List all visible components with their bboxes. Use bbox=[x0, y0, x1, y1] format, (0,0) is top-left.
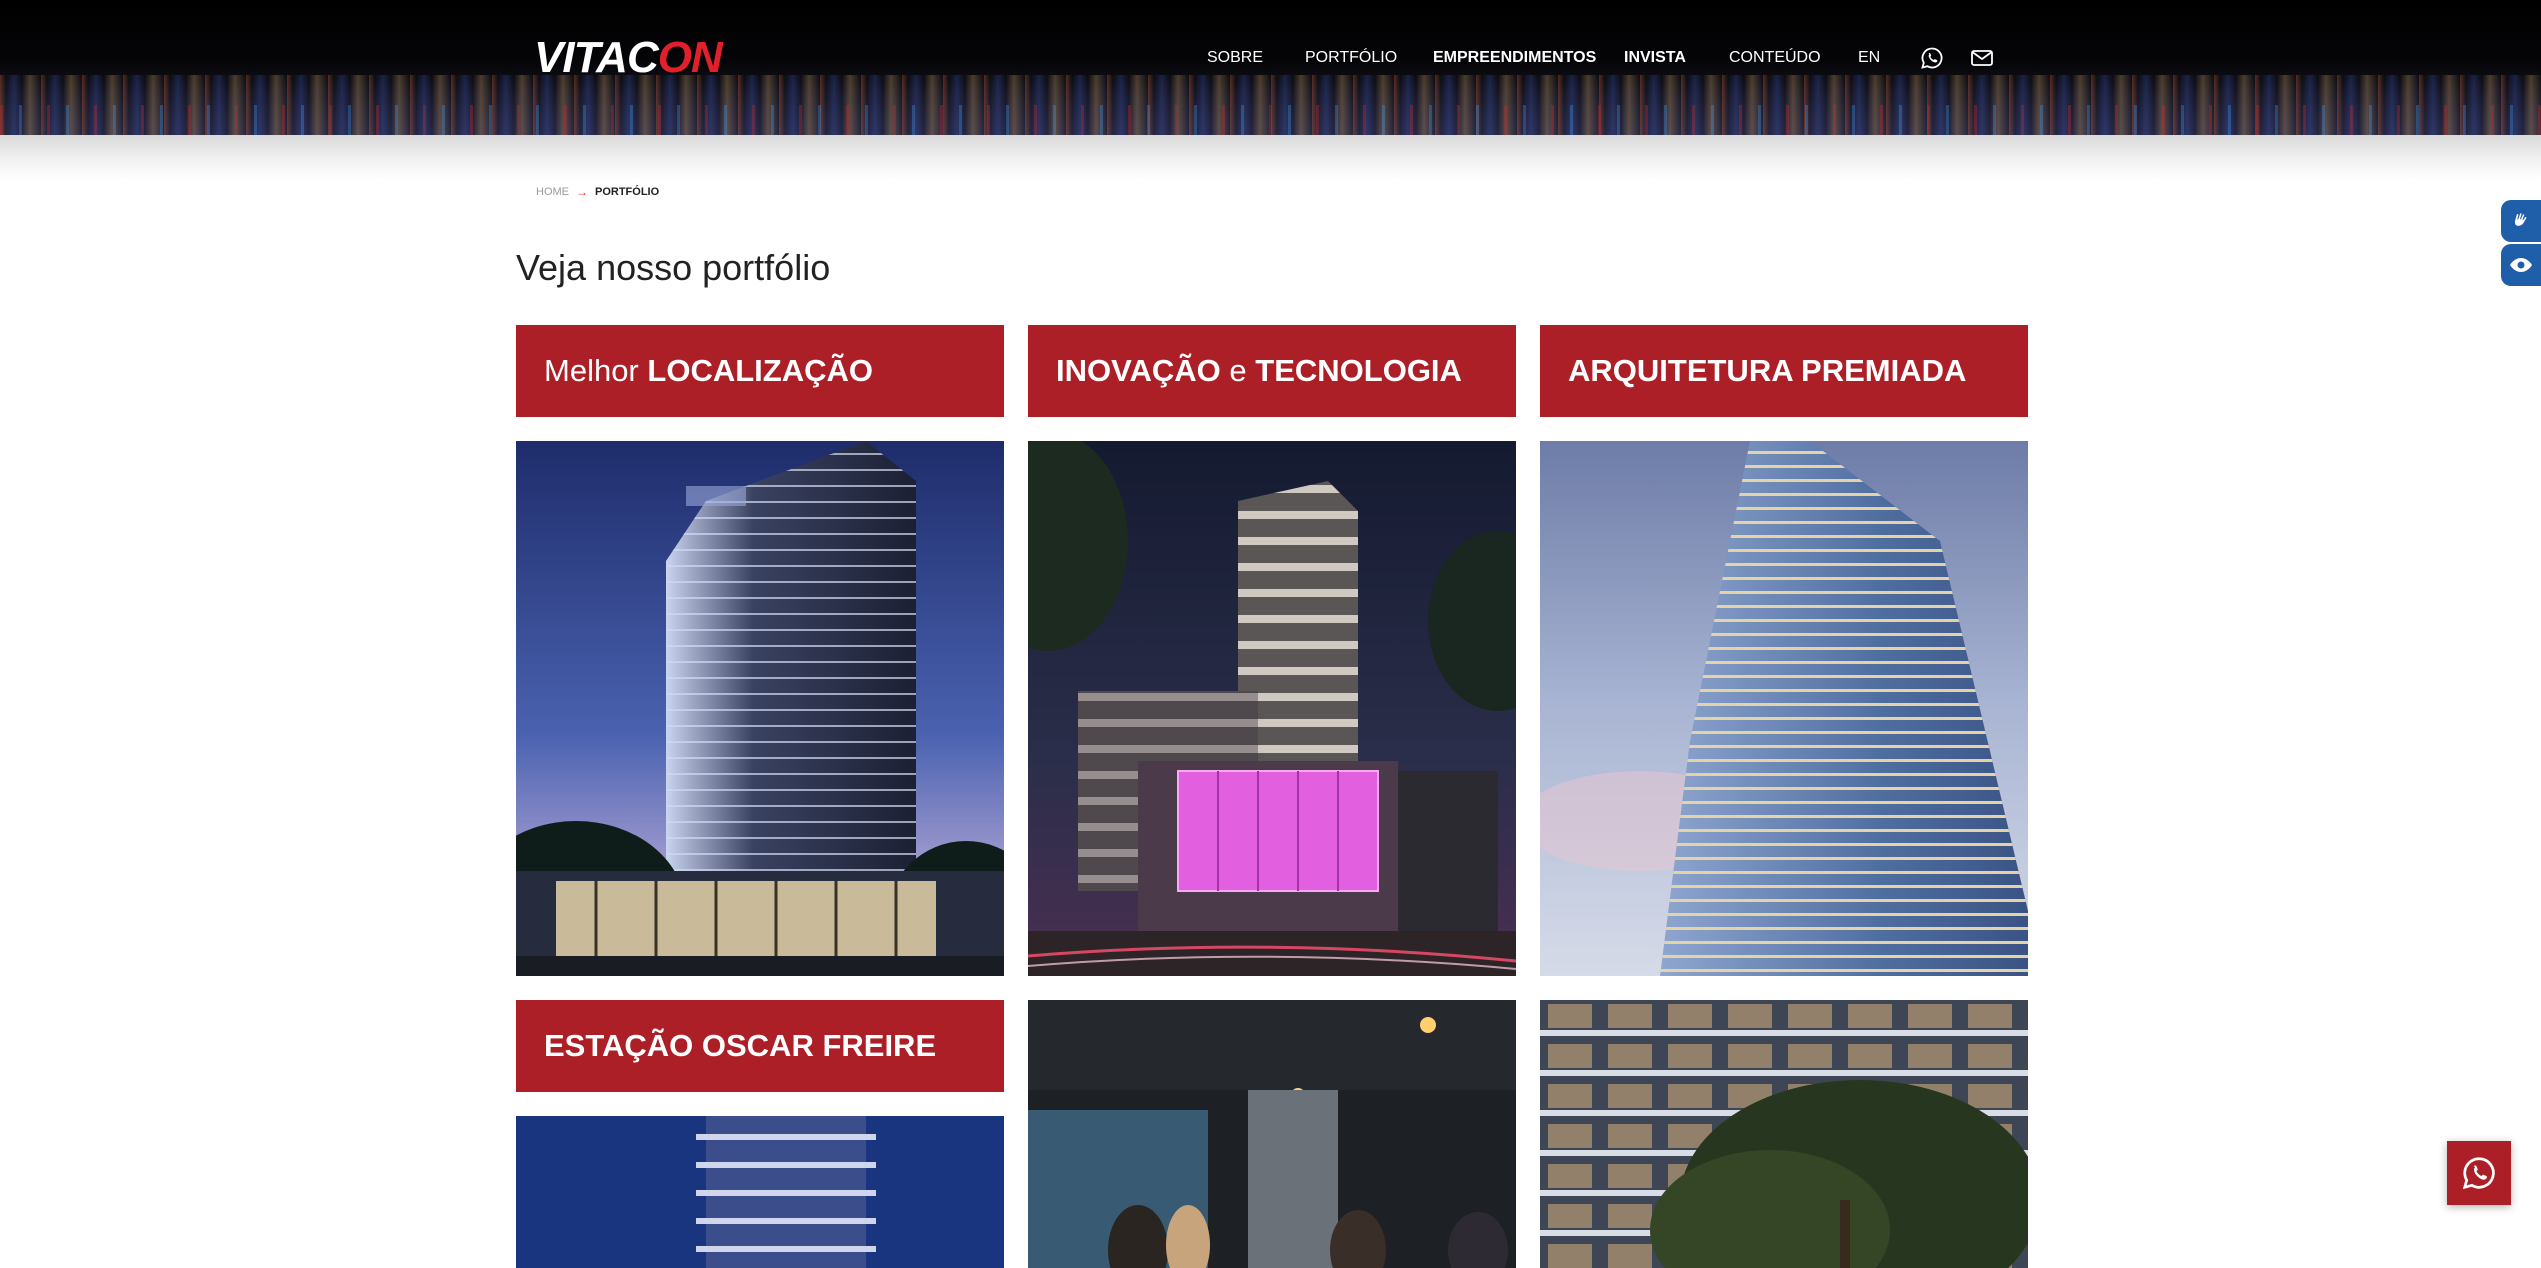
card-title-light: e bbox=[1229, 353, 1247, 388]
card-title-localizacao[interactable]: Melhor LOCALIZAÇÃO bbox=[516, 325, 1004, 417]
nav-language-en[interactable]: EN bbox=[1858, 46, 1880, 70]
whatsapp-float-button[interactable] bbox=[2447, 1141, 2511, 1205]
logo-text-red: ON bbox=[657, 33, 723, 82]
breadcrumb-home[interactable]: HOME bbox=[536, 186, 569, 198]
whatsapp-icon[interactable] bbox=[1920, 46, 1944, 70]
mail-icon[interactable] bbox=[1970, 46, 1994, 70]
nav-sobre[interactable]: SOBRE bbox=[1207, 46, 1263, 70]
card-title-bold-b: TECNOLOGIA bbox=[1255, 353, 1462, 388]
card-title-bold-a: INOVAÇÃO bbox=[1056, 353, 1221, 388]
nav-invista[interactable]: INVISTA bbox=[1624, 46, 1686, 70]
site-header: VITAC ON SOBRE PORTFÓLIO EMPREENDIMENTOS … bbox=[0, 0, 2541, 135]
card-title-bold: ESTAÇÃO OSCAR FREIRE bbox=[544, 1028, 937, 1063]
breadcrumb: HOME → PORTFÓLIO bbox=[536, 184, 659, 200]
header-city-lights bbox=[0, 105, 2541, 135]
sign-language-icon[interactable] bbox=[2501, 200, 2541, 242]
header-fade bbox=[0, 135, 2541, 180]
logo-text-white: VITAC bbox=[534, 33, 659, 82]
card-image-localizacao[interactable] bbox=[516, 441, 1004, 976]
nav-empreendimentos[interactable]: EMPREENDIMENTOS bbox=[1433, 46, 1596, 70]
card-title-bold: LOCALIZAÇÃO bbox=[647, 353, 873, 388]
eye-icon[interactable] bbox=[2501, 244, 2541, 286]
accessibility-widget bbox=[2501, 200, 2541, 288]
card-image-arquitetura[interactable] bbox=[1540, 441, 2028, 976]
breadcrumb-arrow-icon: → bbox=[576, 185, 588, 199]
card-title-inovacao[interactable]: INOVAÇÃO e TECNOLOGIA bbox=[1028, 325, 1516, 417]
nav-portfolio[interactable]: PORTFÓLIO bbox=[1305, 46, 1397, 70]
card-image-lobby[interactable] bbox=[1028, 1000, 1516, 1268]
whatsapp-float-icon bbox=[2462, 1157, 2495, 1190]
breadcrumb-current: PORTFÓLIO bbox=[595, 186, 660, 198]
card-title-bold: ARQUITETURA PREMIADA bbox=[1568, 353, 1967, 388]
card-image-facade-trees[interactable] bbox=[1540, 1000, 2028, 1268]
card-title-oscar-freire[interactable]: ESTAÇÃO OSCAR FREIRE bbox=[516, 1000, 1004, 1092]
card-image-oscar-freire[interactable] bbox=[516, 1116, 1004, 1268]
card-title-arquitetura[interactable]: ARQUITETURA PREMIADA bbox=[1540, 325, 2028, 417]
card-title-light: Melhor bbox=[544, 353, 639, 388]
vitacon-logo[interactable]: VITAC ON bbox=[534, 33, 723, 82]
page-title: Veja nosso portfólio bbox=[516, 247, 831, 288]
nav-conteudo[interactable]: CONTEÚDO bbox=[1729, 46, 1821, 70]
card-image-inovacao[interactable] bbox=[1028, 441, 1516, 976]
